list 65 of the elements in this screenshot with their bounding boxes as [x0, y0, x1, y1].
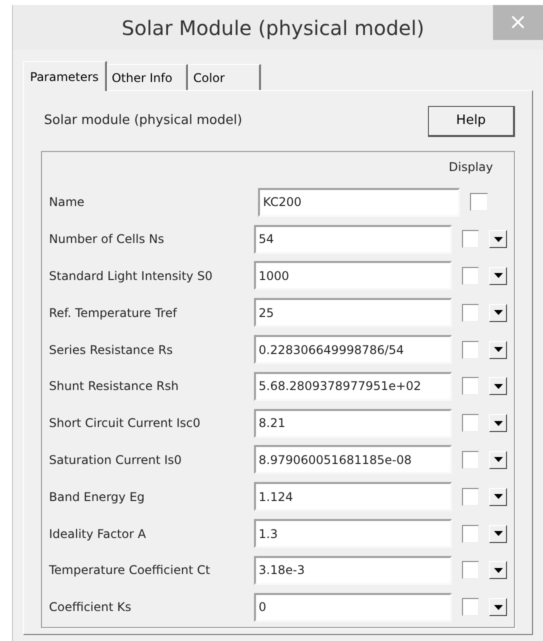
display-checkbox[interactable] [462, 304, 480, 322]
caret-icon [494, 420, 503, 426]
value-field[interactable]: 5.68.2809378977951e+02 [254, 372, 452, 401]
caret-icon [494, 310, 503, 316]
value-field[interactable]: 0.228306649998786/54 [254, 335, 452, 364]
parameter-label: Ideality Factor A [49, 526, 147, 543]
dropdown-button[interactable] [489, 377, 508, 396]
tab[interactable]: Parameters [23, 61, 107, 91]
dropdown-button[interactable] [489, 561, 508, 580]
parameter-label: Temperature Coefficient Ct [49, 562, 212, 580]
parameter-label: Series Resistance Rs [49, 342, 174, 359]
display-checkbox[interactable] [470, 193, 488, 212]
parameter-label: Saturation Current Is0 [49, 452, 183, 469]
display-checkbox[interactable] [462, 524, 480, 543]
caret-icon [494, 384, 503, 389]
display-header: Display [448, 159, 493, 176]
help-button[interactable]: Help [428, 106, 515, 136]
display-checkbox[interactable] [462, 340, 480, 359]
caret-icon [494, 531, 503, 536]
display-checkbox[interactable] [462, 561, 480, 580]
parameter-label: Band Energy Eg [49, 488, 146, 506]
dropdown-button[interactable] [489, 598, 508, 616]
display-checkbox[interactable] [462, 450, 480, 469]
parameter-label: Name [49, 194, 86, 212]
parameter-label: Standard Light Intensity S0 [49, 268, 214, 285]
value-field[interactable]: 54 [254, 224, 452, 254]
value-field[interactable]: 1.3 [254, 519, 452, 548]
value-field[interactable]: 1000 [254, 261, 452, 290]
dropdown-button[interactable] [489, 266, 508, 285]
value-field[interactable]: 0 [254, 592, 452, 622]
value-field[interactable]: 3.18e-3 [254, 556, 452, 585]
caret-icon [494, 457, 503, 462]
value-field[interactable]: KC200 [258, 188, 460, 217]
parameter-label: Number of Cells Ns [49, 231, 166, 248]
display-checkbox[interactable] [462, 598, 480, 616]
module-description: Solar module (physical model) [43, 112, 242, 130]
window-title: Solar Module (physical model) [120, 15, 426, 42]
caret-icon [494, 494, 503, 500]
display-checkbox[interactable] [462, 377, 480, 396]
parameter-label: Short Circuit Current Isc0 [49, 415, 202, 432]
dropdown-button[interactable] [489, 230, 508, 248]
dropdown-button[interactable] [489, 340, 508, 359]
tab[interactable]: Color [188, 64, 261, 90]
value-field[interactable]: 8.21 [254, 408, 452, 438]
dropdown-button[interactable] [489, 414, 508, 432]
display-checkbox[interactable] [462, 414, 480, 432]
caret-icon [494, 236, 503, 242]
dropdown-button[interactable] [489, 304, 508, 322]
parameter-label: Ref. Temperature Tref [49, 304, 178, 322]
caret-icon [494, 604, 503, 610]
dropdown-button[interactable] [489, 450, 508, 469]
parameter-label: Coefficient Ks [49, 599, 132, 616]
value-field[interactable]: 25 [254, 298, 452, 328]
value-field[interactable]: 1.124 [254, 482, 452, 512]
tab[interactable]: Other Info [106, 64, 188, 90]
dropdown-button[interactable] [489, 488, 508, 506]
caret-icon [494, 568, 503, 573]
value-field[interactable]: 8.979060051681185e-08 [254, 445, 452, 474]
display-checkbox[interactable] [462, 266, 480, 285]
display-checkbox[interactable] [462, 488, 480, 506]
caret-icon [494, 347, 503, 352]
parameter-label: Shunt Resistance Rsh [49, 378, 180, 396]
dropdown-button[interactable] [489, 524, 508, 543]
display-checkbox[interactable] [462, 230, 480, 248]
caret-icon [494, 273, 503, 278]
